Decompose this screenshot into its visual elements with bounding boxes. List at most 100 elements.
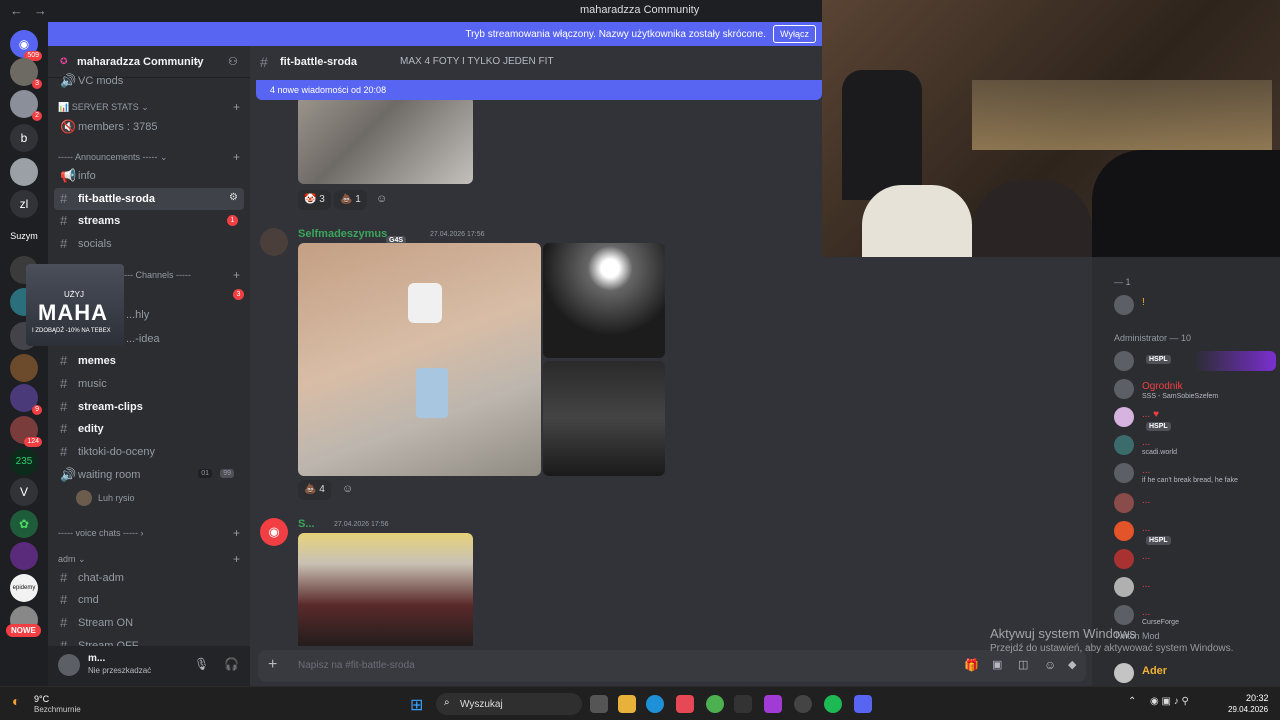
spotify-icon[interactable]	[824, 695, 842, 713]
clock-time[interactable]: 20:32	[1246, 693, 1269, 703]
guild-icon[interactable]	[10, 542, 38, 570]
message-image[interactable]	[543, 361, 665, 476]
avatar[interactable]	[58, 654, 80, 676]
channel-stream-clips[interactable]: # stream-clips	[54, 396, 244, 418]
clock-date: 29.04.2026	[1228, 705, 1269, 714]
add-channel-icon[interactable]: +	[233, 552, 240, 566]
discord-avatar-icon[interactable]: ◉	[260, 518, 288, 546]
discord-icon[interactable]	[854, 695, 872, 713]
gift-icon[interactable]: 🎁	[964, 658, 979, 672]
new-messages-bar[interactable]: 4 nowe wiadomości od 20:08	[256, 80, 822, 100]
hash-icon: #	[260, 54, 268, 70]
guild-icon[interactable]: 124	[10, 416, 42, 447]
file-explorer-icon[interactable]	[618, 695, 636, 713]
message-author[interactable]: Selfmadeszymus	[298, 228, 387, 240]
store-icon[interactable]	[676, 695, 694, 713]
person-figure	[416, 368, 448, 418]
category-channels[interactable]: ----- Channels -----	[118, 270, 191, 280]
app-icon[interactable]	[794, 695, 812, 713]
message-image[interactable]	[298, 243, 541, 476]
channel-socials[interactable]: # socials	[54, 233, 244, 255]
chrome-icon[interactable]	[706, 695, 724, 713]
category-adm[interactable]: adm ⌄	[58, 554, 86, 565]
add-reaction-icon[interactable]: ☺	[376, 193, 387, 205]
guild-icon[interactable]: 235	[10, 448, 38, 476]
message-image[interactable]	[543, 243, 665, 358]
channel-fit-battle-sroda[interactable]: # fit-battle-sroda ⚙	[54, 188, 244, 210]
guild-icon[interactable]	[10, 158, 38, 186]
channel-info[interactable]: 📢 info	[54, 165, 244, 187]
add-channel-icon[interactable]: +	[233, 100, 240, 114]
settings-icon[interactable]: ⚙	[229, 192, 238, 203]
weather-temp[interactable]: 9°C	[34, 694, 49, 704]
gif-icon[interactable]: ▣	[992, 658, 1002, 671]
channel-title: fit-battle-sroda	[280, 56, 357, 68]
add-channel-icon[interactable]: +	[233, 526, 240, 540]
tray-icons[interactable]: ◉ ▣ ♪ ⚲	[1150, 696, 1189, 707]
add-reaction-icon[interactable]: ☺	[342, 483, 353, 495]
reaction[interactable]: 💩 4	[298, 480, 331, 500]
app-icon[interactable]	[734, 695, 752, 713]
channel-memes[interactable]: # memes	[54, 350, 244, 372]
category-announcements[interactable]: ----- Announcements ----- ⌄	[58, 152, 168, 163]
add-member-icon[interactable]: ⚇	[228, 55, 238, 68]
guild-icon[interactable]: V	[10, 478, 38, 506]
guild-icon[interactable]: 9	[10, 384, 42, 415]
channel-edity[interactable]: # edity	[54, 418, 244, 440]
guild-icon[interactable]: 3	[10, 58, 42, 89]
streamer-figure	[972, 180, 1092, 257]
apps-icon[interactable]: ◆	[1068, 658, 1076, 671]
home-icon[interactable]: ◉ 509	[10, 30, 42, 61]
message-author[interactable]: S...	[298, 518, 315, 530]
channel-sidebar: ✪ maharadzza Community ⌄ ⚇ 🔊 VC mods 📊 SE…	[48, 46, 250, 686]
tray-chevron-icon[interactable]: ⌃	[1128, 696, 1136, 707]
server-name: maharadzza Community	[77, 56, 204, 68]
guild-icon[interactable]: ✿	[10, 510, 38, 538]
app-icon[interactable]	[764, 695, 782, 713]
emoji-icon[interactable]: ☺	[1044, 658, 1056, 672]
channel-cmd[interactable]: # cmd	[54, 589, 244, 611]
input-placeholder: Napisz na #fit-battle-sroda	[298, 660, 415, 671]
guild-icon[interactable]	[10, 354, 38, 382]
reaction[interactable]: 🤡 3	[298, 190, 331, 210]
headphones-icon[interactable]: 🎧	[224, 657, 239, 671]
guild-icon[interactable]: 2	[10, 90, 42, 121]
nav-arrows[interactable]: ← →	[10, 3, 47, 18]
category-server-stats[interactable]: 📊 SERVER STATS ⌄	[58, 102, 149, 113]
channel-stream-on[interactable]: # Stream ON	[54, 612, 244, 634]
category-voice-chats[interactable]: ----- voice chats ----- ›	[58, 528, 144, 538]
message-image[interactable]	[298, 96, 473, 184]
weather-desc: Bezchmurnie	[34, 705, 81, 714]
add-channel-icon[interactable]: +	[233, 268, 240, 282]
person-figure	[408, 283, 442, 323]
channel-vc-mods[interactable]: 🔊 VC mods	[54, 70, 244, 92]
edge-icon[interactable]	[646, 695, 664, 713]
guild-icon[interactable]: b	[10, 124, 38, 152]
channel-waiting-room[interactable]: 🔊 waiting room 01 99	[54, 464, 244, 486]
channel-tiktoki-do-oceny[interactable]: # tiktoki-do-oceny	[54, 441, 244, 463]
username: m...	[88, 653, 106, 664]
add-channel-icon[interactable]: +	[233, 150, 240, 164]
avatar[interactable]	[260, 228, 288, 256]
start-icon[interactable]: ⊞	[410, 695, 423, 715]
channel-chat-adm[interactable]: # chat-adm	[54, 567, 244, 589]
channel-members[interactable]: 🔇 members : 3785	[54, 116, 244, 138]
disable-streaming-button[interactable]: Wyłącz	[773, 25, 816, 43]
channel-streams[interactable]: # streams 1	[54, 210, 244, 232]
guild-icon[interactable]: epidemy	[10, 574, 38, 602]
task-view-icon[interactable]	[590, 695, 608, 713]
reaction[interactable]: 💩 1	[334, 190, 367, 210]
promo-overlay[interactable]: UŻYJ MAHA I ZDOBĄDŹ -10% NA TEBEX	[26, 264, 124, 346]
taskbar-search[interactable]: ⌕ Wyszukaj	[436, 693, 582, 715]
message-input[interactable]: + Napisz na #fit-battle-sroda 🎁 ▣ ◫ ☺ ◆	[258, 650, 1086, 682]
sticker-icon[interactable]: ◫	[1018, 658, 1028, 671]
unread-badge: 3	[233, 289, 244, 300]
microphone-icon[interactable]: 🎙	[194, 657, 209, 671]
attach-plus-icon[interactable]: +	[268, 656, 277, 674]
voice-user[interactable]: Luh rysio	[76, 490, 236, 508]
channel-music[interactable]: # music	[54, 373, 244, 395]
guild-icon[interactable]: Suzym	[4, 222, 44, 250]
weather-icon[interactable]: ◐	[12, 693, 20, 709]
message-image[interactable]	[298, 533, 473, 646]
guild-icon[interactable]: zl	[10, 190, 38, 218]
